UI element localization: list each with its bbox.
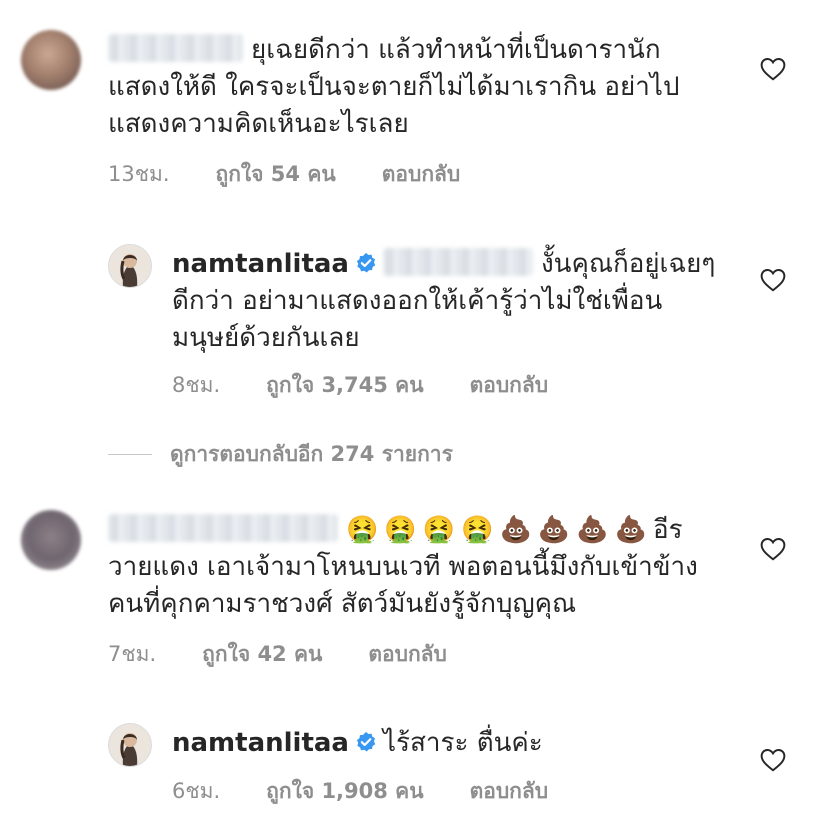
comment-line: แสดงความคิดเห็นอะไรเลย	[108, 109, 409, 139]
view-replies-label[interactable]: ดูการตอบกลับอีก 274 รายการ	[170, 438, 453, 471]
comment-line: วายแดง เอาเจ้ามาโหนบนเวที พอตอนนี้มึงกับ…	[108, 552, 698, 582]
comment-line: แสดงให้ดี ใครจะเป็นจะตายก็ไม่ได้มาเรากิน…	[108, 72, 680, 102]
heart-icon[interactable]	[760, 268, 786, 292]
likes-count[interactable]: ถูกใจ 3,745 คน	[266, 373, 423, 397]
pile-of-poo-icon: 💩	[499, 515, 532, 545]
heart-icon[interactable]	[760, 748, 786, 772]
comment-time: 7ชม.	[108, 642, 157, 666]
username-link[interactable]: namtanlitaa	[172, 728, 349, 758]
comment-2: namtanlitaa งั้นคุณก็อยู่เฉยๆ ดีกว่า อย่า…	[0, 230, 828, 400]
comment-time: 8ชม.	[172, 373, 221, 397]
reply-button[interactable]: ตอบกลับ	[470, 779, 549, 803]
comment-1: ยุเฉยดีกว่า แล้วทำหน้าที่เป็นดารานัก แสด…	[0, 0, 828, 200]
verified-badge-icon	[355, 252, 377, 274]
replies-divider	[108, 453, 152, 455]
pile-of-poo-icon: 💩	[614, 515, 647, 545]
comment-line: คนที่คุกคามราชวงศ์ สัตว์มันยังรู้จักบุญค…	[108, 589, 577, 619]
likes-count[interactable]: ถูกใจ 1,908 คน	[266, 779, 423, 803]
comment-4: namtanlitaa ไร้สาระ ตื่นค่ะ 6ชม. ถูกใจ 1,9…	[0, 705, 828, 817]
comment-line: ไร้สาระ ตื่นค่ะ	[382, 728, 543, 758]
username-link[interactable]: namtanlitaa	[172, 249, 349, 279]
likes-count[interactable]: ถูกใจ 54 คน	[216, 162, 336, 186]
blurred-mention[interactable]	[382, 248, 533, 276]
avatar[interactable]	[21, 30, 81, 90]
comment-time: 13ชม.	[108, 162, 170, 186]
reply-button[interactable]: ตอบกลับ	[470, 373, 549, 397]
nauseated-face-icon: 🤮	[384, 515, 417, 545]
nauseated-face-icon: 🤮	[346, 515, 379, 545]
comment-line: ดีกว่า อย่ามาแสดงออกให้เค้ารู้ว่าไม่ใช่เ…	[172, 286, 663, 316]
comment-text: namtanlitaa ไร้สาระ ตื่นค่ะ	[172, 725, 732, 762]
view-more-replies[interactable]: ดูการตอบกลับอีก 274 รายการ	[108, 440, 453, 468]
comment-line: อีร	[653, 515, 683, 545]
avatar[interactable]	[108, 244, 152, 288]
comment-line: ยุเฉยดีกว่า แล้วทำหน้าที่เป็นดารานัก	[251, 35, 661, 65]
pile-of-poo-icon: 💩	[537, 515, 571, 545]
likes-count[interactable]: ถูกใจ 42 คน	[202, 642, 322, 666]
blurred-username[interactable]	[108, 34, 243, 62]
comment-meta: 13ชม. ถูกใจ 54 คน ตอบกลับ	[108, 158, 506, 191]
avatar[interactable]	[21, 510, 81, 570]
comment-text: 🤮 🤮 🤮 🤮 💩 💩 💩 💩 อีร วายแดง เอาเจ้ามาโหนบนเวที พอ…	[108, 512, 728, 623]
avatar[interactable]	[108, 723, 152, 767]
nauseated-face-icon: 🤮	[461, 515, 494, 545]
comment-meta: 8ชม. ถูกใจ 3,745 คน ตอบกลับ	[172, 369, 594, 402]
comment-meta: 6ชม. ถูกใจ 1,908 คน ตอบกลับ	[172, 775, 594, 808]
comment-text: ยุเฉยดีกว่า แล้วทำหน้าที่เป็นดารานัก แสด…	[108, 32, 728, 143]
comment-text: namtanlitaa งั้นคุณก็อยู่เฉยๆ ดีกว่า อย่า…	[172, 246, 732, 357]
reply-button[interactable]: ตอบกลับ	[368, 642, 447, 666]
heart-icon[interactable]	[760, 537, 786, 561]
comment-line: งั้นคุณก็อยู่เฉยๆ	[540, 249, 716, 279]
pile-of-poo-icon: 💩	[576, 515, 609, 545]
blurred-username[interactable]	[108, 514, 338, 542]
reply-button[interactable]: ตอบกลับ	[382, 162, 461, 186]
comment-meta: 7ชม. ถูกใจ 42 คน ตอบกลับ	[108, 638, 493, 671]
comment-3: 🤮 🤮 🤮 🤮 💩 💩 💩 💩 อีร วายแดง เอาเจ้ามาโหนบนเวที พอ…	[0, 490, 828, 690]
nauseated-face-icon: 🤮	[422, 515, 456, 545]
heart-icon[interactable]	[760, 57, 786, 81]
comment-time: 6ชม.	[172, 779, 221, 803]
comment-line: มนุษย์ด้วยกันเลย	[172, 323, 360, 353]
verified-badge-icon	[355, 731, 377, 753]
